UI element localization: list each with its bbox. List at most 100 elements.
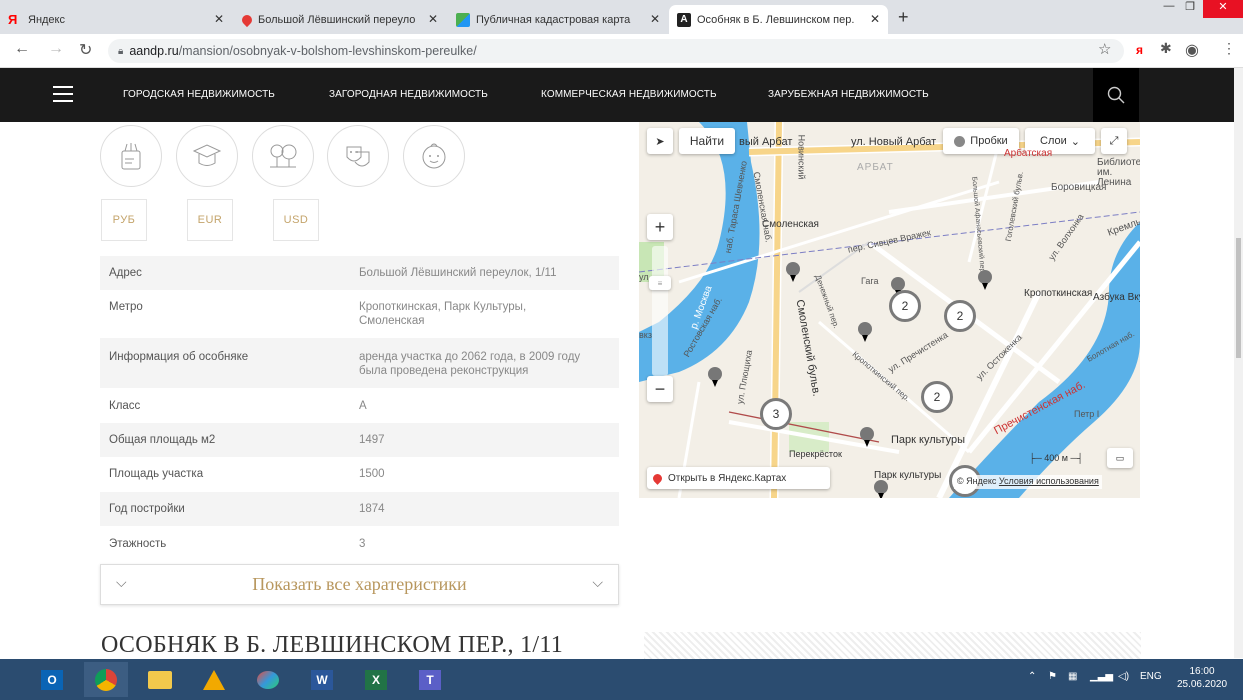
word-icon[interactable]: W <box>300 662 344 697</box>
close-icon[interactable]: ✕ <box>428 12 438 26</box>
close-icon[interactable]: ✕ <box>650 12 660 26</box>
clock[interactable]: 16:00 25.06.2020 <box>1172 665 1232 691</box>
park-icon[interactable] <box>252 125 314 187</box>
nav-commercial[interactable]: КОММЕРЧЕСКАЯ НЕДВИЖИМОСТЬ <box>541 89 717 100</box>
tab-cadastre[interactable]: Публичная кадастровая карта ✕ <box>448 5 668 34</box>
tab-label: Публичная кадастровая карта <box>476 13 631 26</box>
map-pin[interactable] <box>978 270 992 292</box>
map-cluster[interactable]: 2 <box>944 300 976 332</box>
table-row: Информация об особняке аренда участка до… <box>100 338 619 388</box>
spec-key: Информация об особняке <box>109 351 249 363</box>
tab-mansion[interactable]: A Особняк в Б. Левшинском пер. ✕ <box>669 5 888 34</box>
language-indicator[interactable]: ENG <box>1140 671 1162 682</box>
map-cluster[interactable]: 3 <box>760 398 792 430</box>
forward-icon[interactable]: → <box>48 40 64 58</box>
zoom-in-button[interactable]: + <box>647 214 673 240</box>
theatre-icon[interactable] <box>327 125 389 187</box>
volume-icon[interactable]: ◁) <box>1118 671 1129 682</box>
locate-button[interactable]: ➤ <box>647 128 673 154</box>
currency-eur-button[interactable]: EUR <box>187 199 233 241</box>
minimize-icon[interactable]: — <box>1160 0 1178 18</box>
spec-key: Класс <box>109 400 141 412</box>
yandex-ext-icon[interactable]: я <box>1136 43 1143 57</box>
chevron-down-icon: ⌵ <box>116 576 127 591</box>
table-row: Этажность 3 <box>100 526 619 560</box>
spec-key: Общая площадь м2 <box>109 434 216 446</box>
map-label: Петр I <box>1074 409 1100 419</box>
teams-icon[interactable]: T <box>408 662 452 697</box>
tab-map-pin[interactable]: Большой Лёвшинский переуло ✕ <box>234 5 446 34</box>
new-tab-icon[interactable]: + <box>898 7 909 28</box>
map-label: Перекрёсток <box>789 449 842 459</box>
paint-icon[interactable] <box>246 662 290 697</box>
map-pin[interactable] <box>860 427 874 449</box>
spec-value: Кропоткинская, Парк Культуры, Смоленская <box>359 301 527 327</box>
signal-icon[interactable]: ▁▃▅ <box>1090 671 1113 682</box>
tab-label: Особняк в Б. Левшинском пер. <box>697 13 855 26</box>
open-in-yandex-maps-button[interactable]: Открыть в Яндекс.Картах <box>647 467 830 489</box>
fullscreen-button[interactable]: ⤢ <box>1101 128 1127 154</box>
flag-icon[interactable]: ⚑ <box>1048 671 1057 682</box>
map-label: вкз <box>639 330 652 340</box>
map-label: Арбатская <box>1004 148 1053 159</box>
spec-key: Метро <box>109 301 143 313</box>
zoom-out-button[interactable]: − <box>647 376 673 402</box>
chevron-down-icon: ⌵ <box>592 576 603 591</box>
map-find-button[interactable]: Найти <box>679 128 735 154</box>
currency-usd-button[interactable]: USD <box>273 199 319 241</box>
menu-icon[interactable]: ⋮ <box>1222 40 1236 57</box>
ruler-icon: ▭ <box>1115 452 1125 463</box>
yandex-map[interactable]: ➤ Найти Пробки Слои ⌄ ⤢ + ≡ − вый Арбат у… <box>639 122 1140 498</box>
map-pin[interactable] <box>874 480 888 498</box>
shop-icon[interactable] <box>100 125 162 187</box>
back-icon[interactable]: ← <box>14 40 30 58</box>
lock-icon: 🔒︎ <box>118 45 124 57</box>
terms-link[interactable]: Условия использования <box>999 476 1099 486</box>
reload-icon[interactable]: ↻ <box>79 40 92 60</box>
spec-value: 1874 <box>359 503 385 515</box>
aandp-icon: A <box>677 12 691 27</box>
network-icon[interactable]: ▦ <box>1068 671 1077 682</box>
clock-time: 16:00 <box>1189 666 1215 677</box>
map-cluster[interactable]: 2 <box>889 290 921 322</box>
page-scrollbar[interactable] <box>1234 68 1243 658</box>
site-search-button[interactable] <box>1093 68 1139 122</box>
ruler-button[interactable]: ▭ <box>1107 448 1133 468</box>
education-icon[interactable] <box>176 125 238 187</box>
table-row: Год постройки 1874 <box>100 492 619 526</box>
map-pin[interactable] <box>708 367 722 389</box>
open-in-label: Открыть в Яндекс.Картах <box>668 472 787 484</box>
outlook-icon[interactable]: O <box>30 662 74 697</box>
map-pin[interactable] <box>858 322 872 344</box>
currency-rub-button[interactable]: РУБ <box>101 199 147 241</box>
map-cluster[interactable]: 2 <box>921 381 953 413</box>
excel-icon[interactable]: X <box>354 662 398 697</box>
show-all-label: Показать все харатеристики <box>252 574 467 594</box>
window-close-icon[interactable]: ✕ <box>1203 0 1243 18</box>
site-navbar: ГОРОДСКАЯ НЕДВИЖИМОСТЬ ЗАГОРОДНАЯ НЕДВИЖ… <box>0 68 1243 122</box>
nav-city[interactable]: ГОРОДСКАЯ НЕДВИЖИМОСТЬ <box>123 89 275 100</box>
hamburger-icon[interactable] <box>53 86 73 102</box>
extensions-icon[interactable]: ✱ <box>1160 40 1172 57</box>
tab-yandex[interactable]: Я Яндекс ✕ <box>0 5 232 34</box>
chrome-icon[interactable] <box>84 662 128 697</box>
acrobat-icon[interactable] <box>192 662 236 697</box>
nav-foreign[interactable]: ЗАРУБЕЖНАЯ НЕДВИЖИМОСТЬ <box>768 89 929 100</box>
close-icon[interactable]: ✕ <box>870 12 880 26</box>
scrollbar-thumb[interactable] <box>1236 238 1241 358</box>
tray-chevron-icon[interactable]: ⌃ <box>1028 671 1036 682</box>
restore-icon[interactable]: ❐ <box>1180 0 1200 18</box>
close-icon[interactable]: ✕ <box>214 12 224 26</box>
explorer-icon[interactable] <box>138 662 182 697</box>
table-row: Адрес Большой Лёвшинский переулок, 1/11 <box>100 256 619 290</box>
kids-icon[interactable] <box>403 125 465 187</box>
show-all-specs-button[interactable]: ⌵ Показать все харатеристики ⌵ <box>100 564 619 605</box>
nav-country[interactable]: ЗАГОРОДНАЯ НЕДВИЖИМОСТЬ <box>329 89 488 100</box>
url-field[interactable]: 🔒︎ aandp.ru/mansion/osobnyak-v-bolshom-l… <box>108 39 1124 63</box>
zoom-handle[interactable]: ≡ <box>649 276 671 290</box>
table-row: Класс A <box>100 388 619 423</box>
zoom-slider[interactable] <box>652 246 668 376</box>
profile-icon[interactable]: ◉ <box>1185 40 1199 60</box>
map-pin[interactable] <box>786 262 800 284</box>
star-icon[interactable]: ☆ <box>1098 40 1111 58</box>
